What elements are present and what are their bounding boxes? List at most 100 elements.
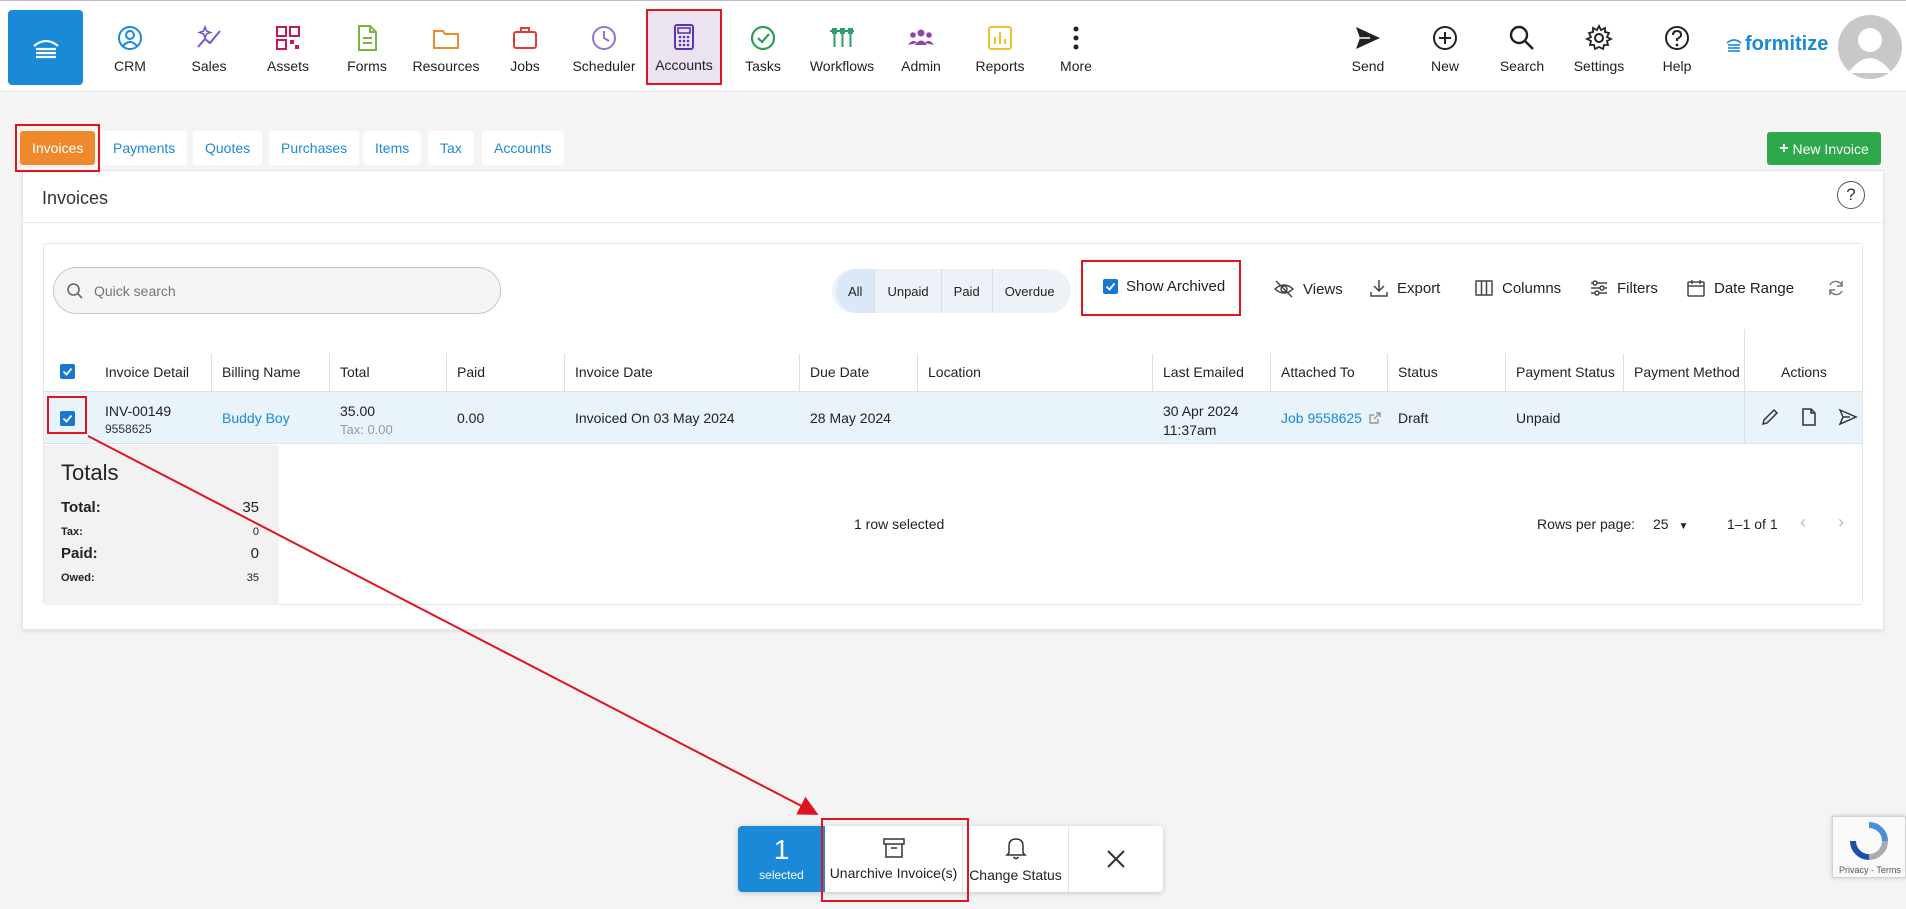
nav-assets[interactable]: Assets — [250, 11, 326, 83]
col-status[interactable]: Status — [1398, 364, 1438, 380]
nav-label: Accounts — [655, 57, 713, 73]
show-archived-toggle[interactable]: Show Archived — [1103, 278, 1225, 295]
date-range-button[interactable]: Date Range — [1686, 278, 1794, 298]
export-button[interactable]: Export — [1369, 278, 1440, 298]
close-action-bar-button[interactable] — [1069, 826, 1163, 892]
attached-to-link[interactable]: Job 9558625 — [1281, 410, 1381, 426]
filter-paid[interactable]: Paid — [942, 269, 993, 313]
tab-payments[interactable]: Payments — [101, 131, 188, 165]
unarchive-label: Unarchive Invoice(s) — [829, 865, 958, 881]
nav-forms[interactable]: Forms — [329, 11, 405, 83]
show-archived-checkbox[interactable] — [1103, 279, 1118, 294]
nav-accounts[interactable]: Accounts — [646, 10, 722, 85]
col-payment-status[interactable]: Payment Status — [1516, 364, 1615, 380]
col-paid[interactable]: Paid — [457, 364, 485, 380]
card-title: Invoices — [42, 188, 109, 208]
change-status-button[interactable]: Change Status — [963, 826, 1069, 892]
column-divider — [329, 354, 330, 391]
document-icon[interactable] — [1799, 407, 1819, 430]
new-invoice-button[interactable]: + New Invoice — [1767, 132, 1881, 165]
table-row[interactable]: INV-00149 9558625 Buddy Boy 35.00 Tax: 0… — [44, 392, 1862, 444]
columns-button[interactable]: Columns — [1474, 278, 1561, 298]
billing-name-link[interactable]: Buddy Boy — [222, 410, 290, 426]
check-icon — [1105, 282, 1116, 291]
nav-label: Send — [1351, 58, 1385, 74]
brand-logo[interactable]: formitize — [1726, 33, 1828, 56]
column-divider — [1387, 354, 1388, 391]
nav-send[interactable]: Send — [1330, 11, 1406, 83]
nav-tasks[interactable]: Tasks — [725, 11, 801, 83]
home-button[interactable] — [8, 10, 83, 85]
col-due-date[interactable]: Due Date — [810, 364, 869, 380]
clock-icon — [592, 26, 616, 50]
filter-unpaid[interactable]: Unpaid — [875, 269, 942, 313]
col-location[interactable]: Location — [928, 364, 981, 380]
tab-items[interactable]: Items — [363, 131, 422, 165]
nav-sales[interactable]: Sales — [171, 11, 247, 83]
nav-settings[interactable]: Settings — [1561, 11, 1637, 83]
col-attached-to[interactable]: Attached To — [1281, 364, 1355, 380]
filters-label: Filters — [1617, 279, 1658, 297]
invoice-number[interactable]: INV-00149 — [105, 403, 171, 419]
nav-admin[interactable]: Admin — [883, 11, 959, 83]
row-due-date: 28 May 2024 — [810, 410, 891, 426]
recaptcha-badge[interactable]: Privacy - Terms — [1832, 816, 1906, 878]
nav-workflows[interactable]: Workflows — [804, 11, 880, 83]
rows-per-page-value: 25 — [1653, 516, 1669, 532]
row-tax: Tax: 0.00 — [340, 422, 393, 437]
user-placeholder-icon — [1848, 28, 1892, 73]
col-invoice-date[interactable]: Invoice Date — [575, 364, 653, 380]
tab-purchases[interactable]: Purchases — [269, 131, 360, 165]
tab-quotes[interactable]: Quotes — [193, 131, 263, 165]
nav-new[interactable]: New — [1407, 11, 1483, 83]
col-last-emailed[interactable]: Last Emailed — [1163, 364, 1244, 380]
nav-label: Settings — [1573, 58, 1625, 74]
close-icon — [1107, 850, 1125, 868]
unarchive-invoices-button[interactable]: Unarchive Invoice(s) — [825, 826, 963, 892]
refresh-button[interactable] — [1826, 278, 1846, 298]
nav-search[interactable]: Search — [1484, 11, 1560, 83]
filter-all[interactable]: All — [836, 269, 876, 313]
search-input[interactable] — [94, 282, 454, 299]
download-icon — [1370, 280, 1388, 297]
nav-jobs[interactable]: Jobs — [487, 11, 563, 83]
col-payment-method[interactable]: Payment Method — [1634, 364, 1740, 380]
export-label: Export — [1397, 279, 1441, 297]
calendar-icon — [1687, 280, 1705, 297]
tab-accounts[interactable]: Accounts — [482, 131, 564, 165]
tab-tax[interactable]: Tax — [428, 131, 474, 165]
send-icon[interactable] — [1838, 407, 1858, 430]
sparkle-chart-icon — [197, 24, 221, 48]
nav-crm[interactable]: CRM — [92, 11, 168, 83]
gear-icon — [1584, 23, 1614, 51]
filters-button[interactable]: Filters — [1589, 278, 1658, 298]
quick-search[interactable] — [53, 267, 501, 314]
nav-resources[interactable]: Resources — [408, 11, 484, 83]
prev-page-icon[interactable]: ‹ — [1800, 512, 1806, 533]
filter-overdue[interactable]: Overdue — [993, 269, 1067, 313]
recaptcha-links[interactable]: Privacy - Terms — [1839, 865, 1901, 875]
select-all-checkbox[interactable] — [60, 364, 75, 380]
tab-invoices[interactable]: Invoices — [20, 131, 96, 165]
help-icon[interactable]: ? — [1837, 181, 1865, 209]
next-page-icon[interactable]: › — [1838, 512, 1844, 533]
col-invoice-detail[interactable]: Invoice Detail — [105, 364, 189, 380]
columns-icon — [1475, 280, 1493, 296]
nav-scheduler[interactable]: Scheduler — [566, 11, 642, 83]
col-actions: Actions — [1781, 364, 1827, 380]
edit-icon[interactable] — [1760, 407, 1780, 430]
attached-to-label: Job 9558625 — [1281, 410, 1362, 426]
views-button[interactable]: Views — [1273, 278, 1343, 300]
col-billing-name[interactable]: Billing Name — [222, 364, 301, 380]
nav-reports[interactable]: Reports — [962, 11, 1038, 83]
columns-label: Columns — [1502, 279, 1562, 297]
col-total[interactable]: Total — [340, 364, 370, 380]
rows-per-page-select[interactable]: 25 ▼ — [1653, 516, 1688, 532]
nav-help[interactable]: Help — [1639, 11, 1715, 83]
owed-value: 35 — [246, 572, 259, 584]
paid-value: 0 — [250, 545, 259, 562]
nav-more[interactable]: More — [1038, 11, 1114, 83]
avatar[interactable] — [1838, 15, 1902, 79]
row-checkbox[interactable] — [60, 411, 75, 427]
row-paid: 0.00 — [457, 410, 485, 426]
